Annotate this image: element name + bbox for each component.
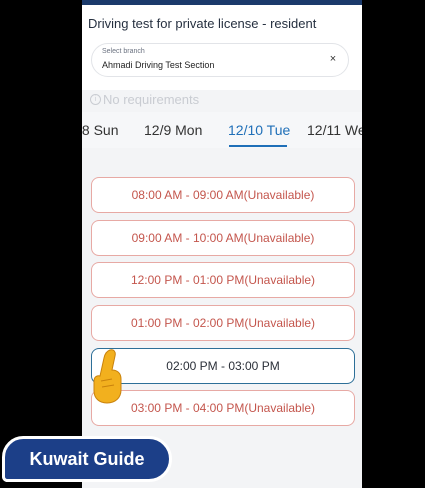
tab-date-10[interactable]: 12/10 Tue xyxy=(228,122,290,138)
watermark-word-2: Guide xyxy=(93,448,145,469)
time-slot[interactable]: 12:00 PM - 01:00 PM(Unavailable) xyxy=(91,262,355,298)
requirements-text: No requirements xyxy=(103,92,200,107)
branch-caption: Select branch xyxy=(102,48,145,55)
watermark-word-1: Kuwait xyxy=(29,448,89,469)
phone-screen: Driving test for private license - resid… xyxy=(82,0,362,488)
tab-date-9[interactable]: 12/9 Mon xyxy=(144,122,202,138)
branch-value: Ahmadi Driving Test Section xyxy=(102,60,215,70)
clear-branch-icon[interactable]: × xyxy=(326,52,340,66)
watermark-badge: Kuwait Guide xyxy=(2,436,172,482)
page-title: Driving test for private license - resid… xyxy=(88,16,317,31)
tab-date-8[interactable]: /8 Sun xyxy=(82,122,118,138)
requirements-note: i No requirements xyxy=(90,92,199,107)
tab-date-11[interactable]: 12/11 We xyxy=(307,122,362,138)
time-slot[interactable]: 01:00 PM - 02:00 PM(Unavailable) xyxy=(91,305,355,341)
branch-select[interactable]: Select branch Ahmadi Driving Test Sectio… xyxy=(91,43,349,77)
time-slot[interactable]: 03:00 PM - 04:00 PM(Unavailable) xyxy=(91,390,355,426)
info-icon: i xyxy=(90,94,101,105)
time-slot[interactable]: 09:00 AM - 10:00 AM(Unavailable) xyxy=(91,220,355,256)
time-slot-available[interactable]: 02:00 PM - 03:00 PM xyxy=(91,348,355,384)
active-tab-indicator xyxy=(229,145,287,147)
time-slot[interactable]: 08:00 AM - 09:00 AM(Unavailable) xyxy=(91,177,355,213)
booking-header: Driving test for private license - resid… xyxy=(82,5,362,90)
date-tabs: /8 Sun 12/9 Mon 12/10 Tue 12/11 We xyxy=(82,112,362,149)
